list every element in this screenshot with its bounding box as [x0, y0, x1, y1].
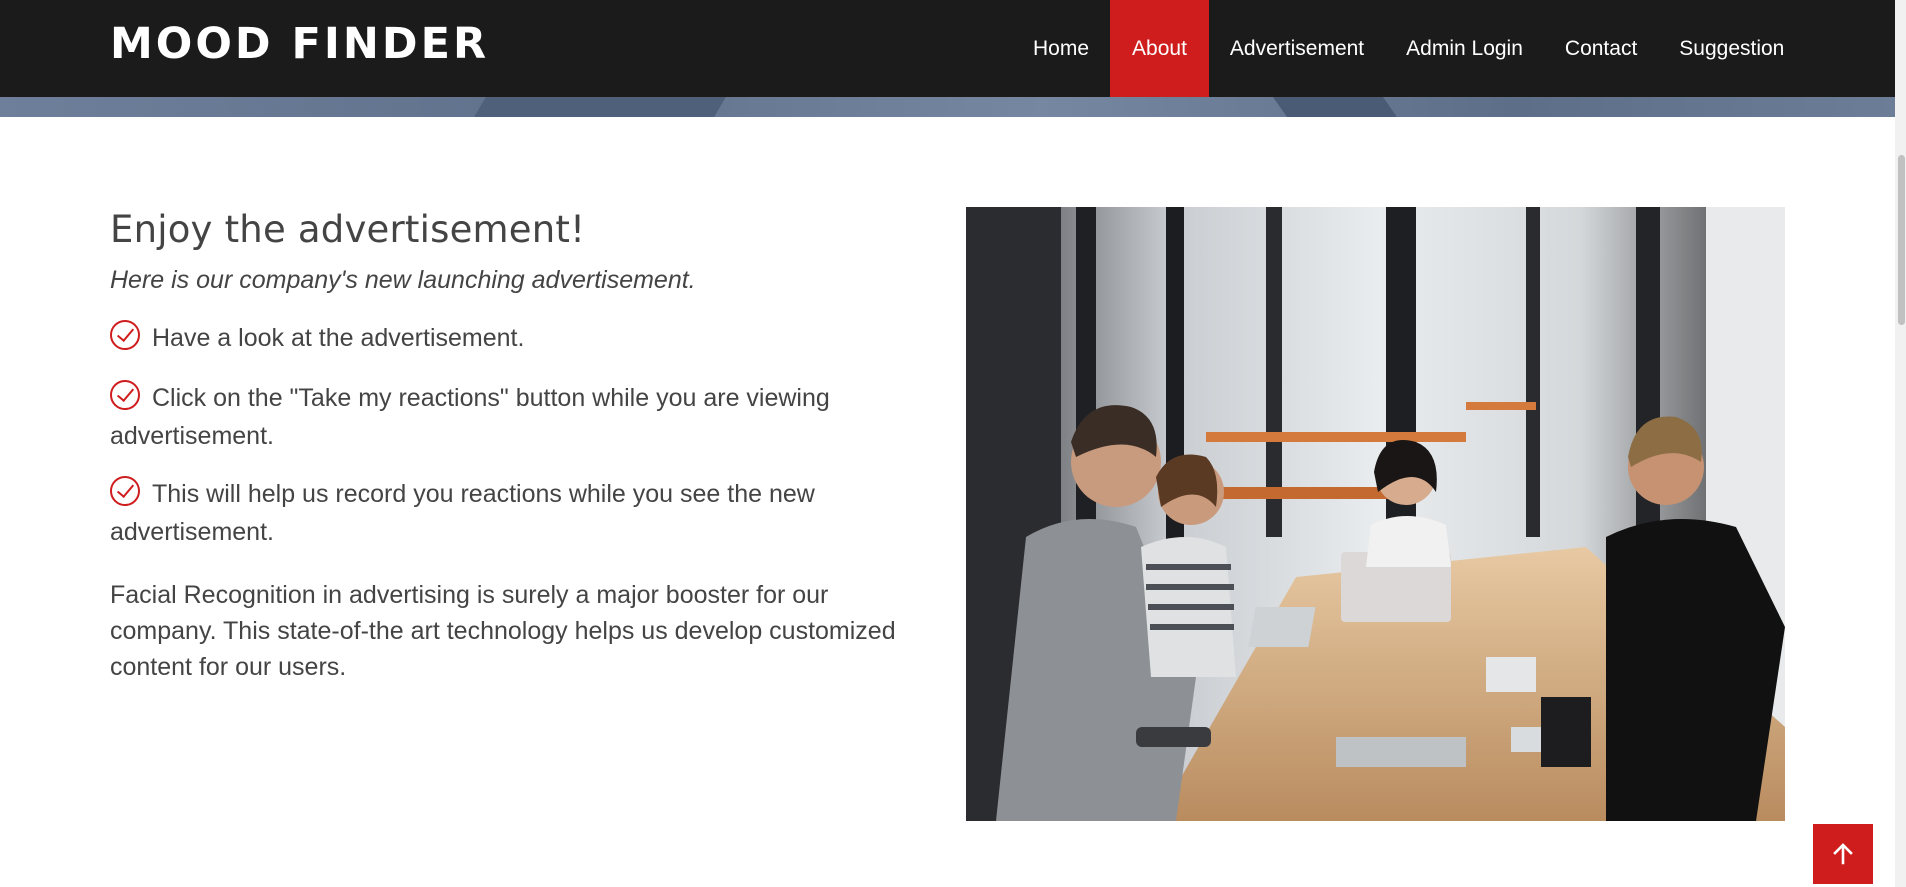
nav-suggestion[interactable]: Suggestion [1658, 0, 1805, 97]
list-item-text: Click on the "Take my reactions" button … [110, 384, 830, 450]
list-item: This will help us record you reactions w… [110, 475, 910, 551]
nav-contact[interactable]: Contact [1544, 0, 1658, 97]
list-item: Have a look at the advertisement. [110, 319, 910, 357]
list-item-text: Have a look at the advertisement. [152, 324, 525, 352]
main-nav: Home About Advertisement Admin Login Con… [1021, 0, 1805, 97]
site-header: MOOD FINDER Home About Advertisement Adm… [0, 0, 1895, 97]
list-item: Click on the "Take my reactions" button … [110, 379, 910, 455]
check-circle-icon [110, 320, 140, 350]
feature-list: Have a look at the advertisement. Click … [110, 319, 910, 551]
page-scrollbar[interactable] [1895, 0, 1906, 887]
back-to-top-button[interactable] [1813, 824, 1873, 884]
nav-advertisement[interactable]: Advertisement [1209, 0, 1385, 97]
section-paragraph: Facial Recognition in advertising is sur… [110, 581, 896, 681]
section-title: Enjoy the advertisement! [110, 208, 586, 251]
arrow-up-icon [1833, 843, 1853, 865]
nav-home[interactable]: Home [1021, 0, 1110, 97]
nav-about[interactable]: About [1110, 0, 1209, 97]
check-circle-icon [110, 380, 140, 410]
site-logo[interactable]: MOOD FINDER [110, 18, 489, 70]
about-section: Enjoy the advertisement! Here is our com… [110, 205, 910, 685]
list-item-text: This will help us record you reactions w… [110, 480, 815, 546]
check-circle-icon [110, 476, 140, 506]
scrollbar-thumb[interactable] [1898, 155, 1905, 325]
nav-admin-login[interactable]: Admin Login [1385, 0, 1544, 97]
section-subtitle: Here is our company's new launching adve… [110, 266, 696, 294]
hero-image-strip [0, 97, 1895, 117]
team-meeting-photo [966, 207, 1785, 821]
